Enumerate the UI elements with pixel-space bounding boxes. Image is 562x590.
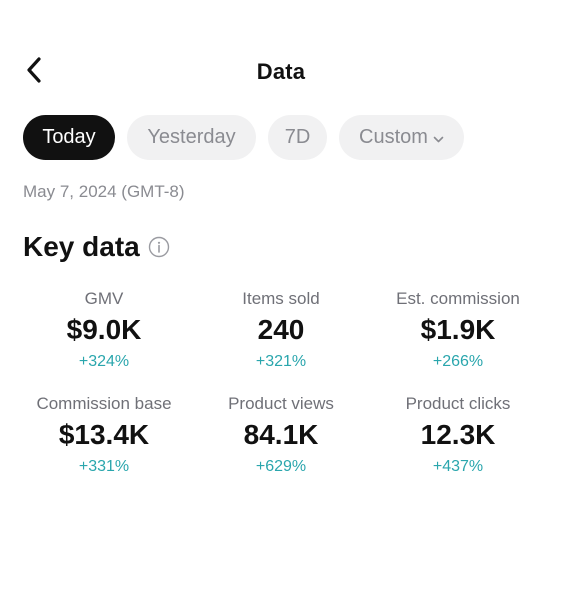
- key-data-header: Key data: [23, 231, 170, 263]
- metric-change: +321%: [255, 353, 307, 370]
- metric-product-views[interactable]: Product views 84.1K +629%: [191, 393, 371, 477]
- metric-gmv[interactable]: GMV $9.0K +324%: [14, 288, 194, 372]
- metric-product-clicks[interactable]: Product clicks 12.3K +437%: [368, 393, 548, 477]
- tab-yesterday[interactable]: Yesterday: [127, 115, 256, 160]
- tab-today[interactable]: Today: [23, 115, 115, 160]
- metric-change: +629%: [255, 458, 307, 475]
- tab-custom[interactable]: Custom: [339, 115, 464, 160]
- metric-value: 84.1K: [243, 419, 319, 450]
- info-icon[interactable]: [148, 236, 170, 258]
- metric-change: +324%: [78, 353, 130, 370]
- metric-value: 12.3K: [420, 419, 496, 450]
- header-bar: Data: [0, 50, 562, 96]
- metric-change: +437%: [432, 458, 484, 475]
- date-filter-tabs: Today Yesterday 7D Custom: [23, 115, 464, 160]
- metric-change: +266%: [432, 353, 484, 370]
- metric-label: GMV: [84, 289, 124, 308]
- metric-value: 240: [257, 314, 305, 345]
- metric-label: Est. commission: [396, 289, 520, 308]
- section-title: Key data: [23, 231, 140, 262]
- date-range-label: May 7, 2024 (GMT-8): [23, 182, 185, 201]
- metric-commission-base[interactable]: Commission base $13.4K +331%: [14, 393, 194, 477]
- chevron-down-icon: [433, 127, 444, 150]
- metric-label: Items sold: [242, 289, 320, 308]
- metric-change: +331%: [78, 458, 130, 475]
- tab-custom-label: Custom: [359, 126, 428, 148]
- metric-value: $13.4K: [58, 419, 150, 450]
- tab-7d[interactable]: 7D: [268, 115, 327, 160]
- metric-label: Commission base: [36, 394, 172, 413]
- metric-label: Product clicks: [405, 394, 511, 413]
- metric-value: $1.9K: [420, 314, 496, 345]
- metric-est-commission[interactable]: Est. commission $1.9K +266%: [368, 288, 548, 372]
- metric-items-sold[interactable]: Items sold 240 +321%: [191, 288, 371, 372]
- page-title: Data: [256, 59, 306, 84]
- metric-value: $9.0K: [66, 314, 142, 345]
- metric-label: Product views: [228, 394, 334, 413]
